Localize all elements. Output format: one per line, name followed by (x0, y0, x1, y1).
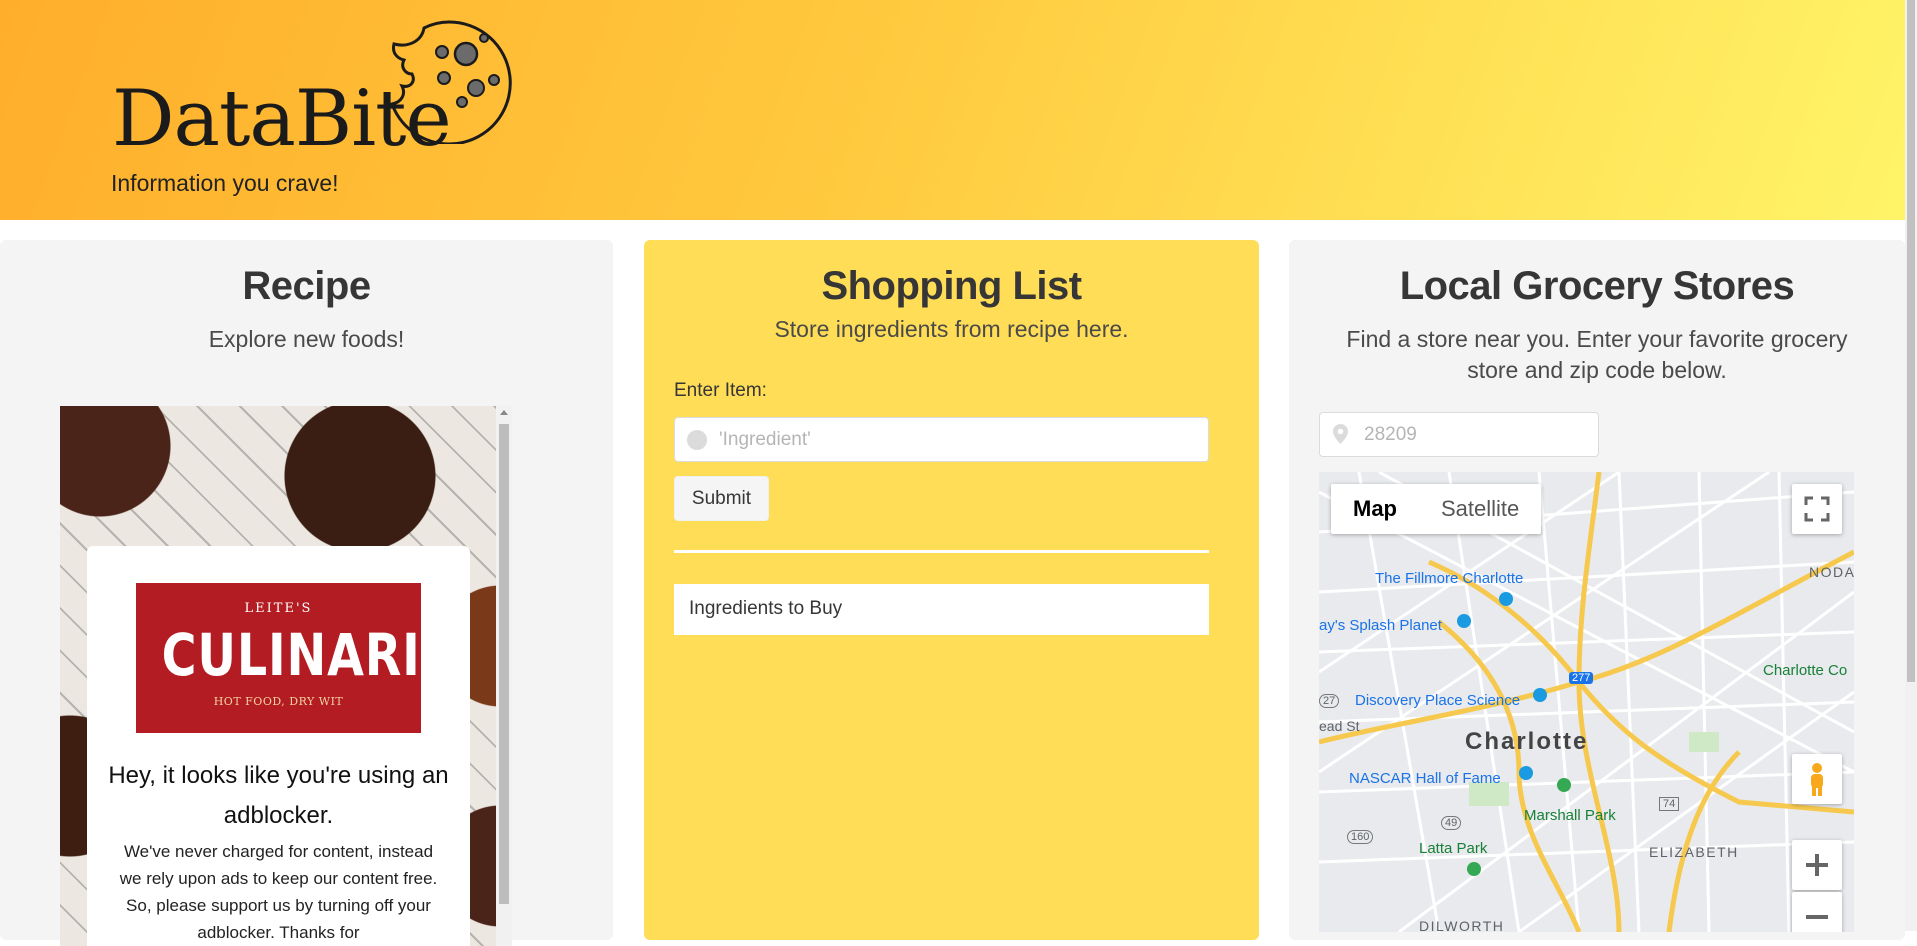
map-label-splash[interactable]: ay's Splash Planet (1319, 617, 1442, 634)
brand-tag-text: HOT FOOD, DRY WIT (213, 695, 344, 708)
adblock-heading: Hey, it looks like you're using an adblo… (108, 762, 449, 829)
map-label-marshall-park[interactable]: Marshall Park (1524, 807, 1616, 824)
recipe-title: Recipe (242, 264, 371, 308)
route-27-shield: 27 (1319, 694, 1340, 708)
adblock-notice-card: LEITE'S CULINARIA HOT FOOD, DRY WIT Hey,… (87, 546, 470, 946)
map-type-control: Map Satellite (1331, 484, 1542, 534)
shopping-title: Shopping List (821, 264, 1082, 308)
item-input-wrapper (674, 417, 1209, 462)
map-label-nascar[interactable]: NASCAR Hall of Fame (1349, 770, 1501, 787)
route-74-shield: 74 (1659, 797, 1680, 811)
zip-input-wrapper (1319, 412, 1599, 457)
map-label-dilworth: DILWORTH (1419, 918, 1505, 932)
map-pin-icon (1333, 424, 1348, 444)
divider (674, 550, 1209, 553)
brand-big-text: CULINARIA (161, 621, 459, 689)
recipe-frame-scrollbar-thumb[interactable] (499, 424, 509, 904)
page-scrollbar[interactable] (1905, 0, 1917, 931)
park-marker-icon[interactable] (1467, 862, 1481, 876)
cookie-icon (687, 430, 707, 450)
map-label-city: Charlotte (1465, 728, 1589, 755)
map-label-noda: NODA (1809, 564, 1854, 580)
map-type-satellite-button[interactable]: Satellite (1419, 484, 1541, 534)
map-label-lead-st: ead St (1319, 718, 1360, 734)
map-label-fillmore[interactable]: The Fillmore Charlotte (1375, 570, 1523, 587)
map-label-latta-park[interactable]: Latta Park (1419, 840, 1487, 857)
recipe-subtitle: Explore new foods! (208, 326, 405, 352)
tagline: Information you crave! (111, 170, 339, 196)
zoom-in-button[interactable] (1792, 840, 1842, 890)
minus-icon (1806, 915, 1828, 919)
item-input[interactable] (719, 418, 1199, 461)
map-label-discovery[interactable]: Discovery Place Science (1355, 692, 1520, 709)
recipe-frame-scrollbar[interactable] (496, 406, 512, 946)
submit-button[interactable]: Submit (674, 476, 769, 521)
map-label-elizabeth: ELIZABETH (1649, 844, 1739, 860)
map-type-map-button[interactable]: Map (1331, 484, 1419, 534)
adblock-body: We've never charged for content, instead… (119, 842, 438, 942)
shopping-list-panel: Shopping List Store ingredients from rec… (644, 240, 1259, 940)
google-map[interactable]: Map Satellite The Fillmore Charlotte ay'… (1319, 472, 1854, 932)
recipe-panel: Recipe Explore new foods! LEITE'S CULINA… (0, 240, 613, 946)
shopping-subtitle: Store ingredients from recipe here. (774, 316, 1129, 342)
hero-header: DataBite Information you crave! (0, 0, 1905, 220)
zoom-out-button[interactable] (1792, 892, 1842, 932)
cookie-logo-icon (389, 20, 512, 144)
route-160-shield: 160 (1347, 830, 1374, 844)
recipe-embed-frame[interactable]: LEITE'S CULINARIA HOT FOOD, DRY WIT Hey,… (60, 406, 512, 946)
brand-small-text: LEITE'S (244, 601, 313, 616)
ingredients-list-header: Ingredients to Buy (674, 584, 1209, 635)
route-277-shield: 277 (1569, 672, 1594, 684)
grocery-panel: Local Grocery Stores Find a store near y… (1289, 240, 1905, 940)
poi-marker-icon[interactable] (1533, 688, 1547, 702)
poi-marker-icon[interactable] (1457, 614, 1471, 628)
poi-marker-icon[interactable] (1519, 766, 1533, 780)
pegman-icon (1811, 763, 1823, 796)
item-input-label: Enter Item: (674, 380, 767, 401)
plus-icon (1806, 854, 1828, 876)
fullscreen-icon (1804, 496, 1830, 522)
park-marker-icon[interactable] (1557, 778, 1571, 792)
zip-input[interactable] (1364, 413, 1594, 456)
scroll-up-arrow-icon[interactable] (500, 410, 508, 415)
route-49-shield: 49 (1441, 816, 1462, 830)
grocery-subtitle: Find a store near you. Enter your favori… (1346, 326, 1848, 383)
fullscreen-button[interactable] (1792, 484, 1842, 534)
culinaria-brand-logo: LEITE'S CULINARIA HOT FOOD, DRY WIT (136, 583, 459, 733)
poi-marker-icon[interactable] (1499, 592, 1513, 606)
page-scrollbar-thumb[interactable] (1907, 0, 1915, 682)
map-label-charlotte-co[interactable]: Charlotte Co (1763, 662, 1847, 679)
grocery-title: Local Grocery Stores (1399, 264, 1795, 308)
street-view-pegman[interactable] (1792, 754, 1842, 804)
